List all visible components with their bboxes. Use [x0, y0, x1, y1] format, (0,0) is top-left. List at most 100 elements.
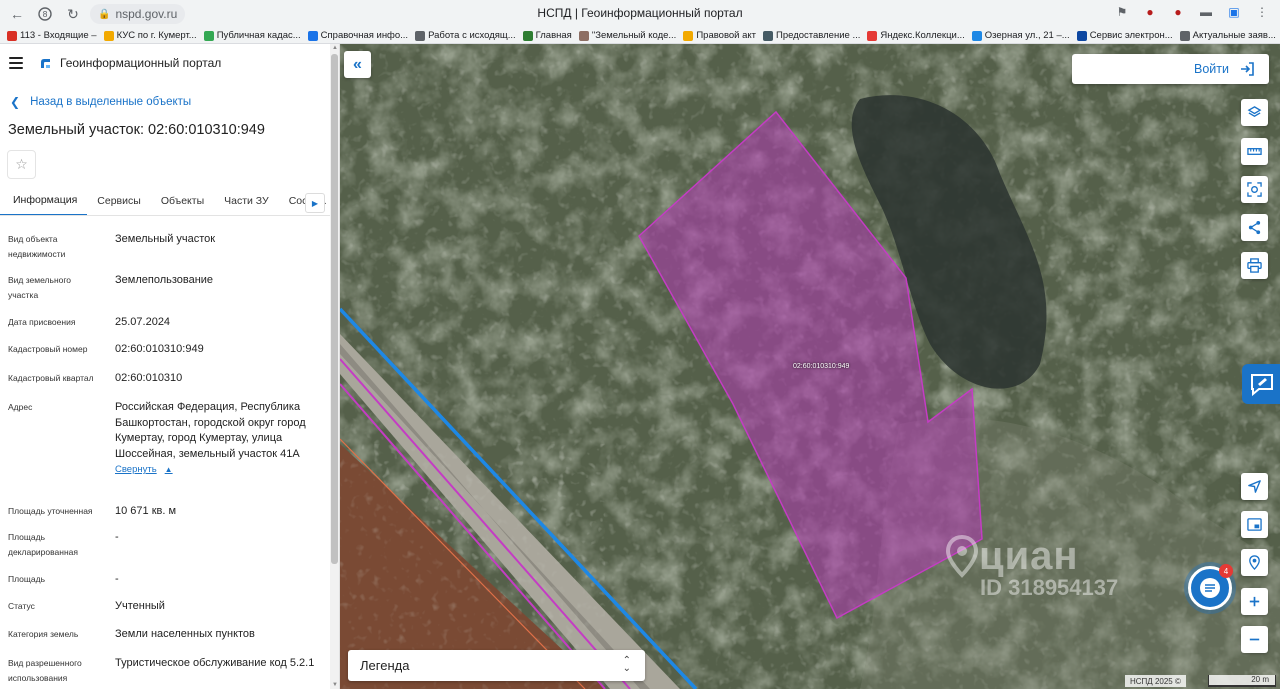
property-key: Вид разрешенного использования — [8, 658, 82, 683]
login-button[interactable]: Войти — [1072, 54, 1269, 84]
property-value-text: Туристическое обслуживание код 5.2.1 — [115, 657, 315, 669]
bookmark-item[interactable]: Правовой акт — [683, 30, 756, 41]
property-value-text: 25.07.2024 — [115, 316, 171, 328]
bookmark-item[interactable]: Предоставление ... — [763, 30, 860, 41]
bookmark-item[interactable]: 113 - Входящие – — [7, 30, 97, 41]
map-view[interactable]: 02:60:010310:949 циан ID 318954137 « Вой… — [340, 44, 1280, 689]
browser-extensions: ⚑ ● ● ▬ ▣ ⋮ — [1114, 4, 1270, 20]
tab-2[interactable]: Объекты — [151, 186, 214, 215]
bookmark-favicon-icon — [971, 30, 982, 41]
extension-stamp-icon-2[interactable]: ● — [1170, 4, 1186, 20]
scroll-up-arrow-icon[interactable]: ▲ — [332, 45, 338, 51]
property-value: Землепользование — [115, 273, 320, 289]
bookmark-favicon-icon — [683, 30, 694, 41]
property-key: Адрес — [8, 402, 33, 412]
parcel-label[interactable]: 02:60:010310:949 — [793, 363, 849, 370]
bookmark-item[interactable]: "Земельный коде... — [578, 30, 677, 41]
property-key: Кадастровый номер — [8, 344, 88, 354]
extension-checker-icon[interactable]: ▣ — [1226, 4, 1242, 20]
bookmark-item[interactable]: Справочная инфо... — [307, 30, 409, 41]
minus-icon — [1249, 638, 1260, 641]
panel-scrollbar[interactable]: ▲ ▼ — [330, 44, 339, 689]
bookmark-label: "Земельный коде... — [591, 30, 677, 41]
geolocation-button[interactable] — [1241, 549, 1268, 576]
property-value-text: 02:60:010310 — [115, 372, 183, 384]
reload-icon[interactable]: ↻ — [62, 3, 84, 25]
favorite-star-button[interactable]: ☆ — [7, 150, 36, 179]
bookmark-item[interactable]: Сервис электрон... — [1076, 30, 1173, 41]
login-label: Войти — [1194, 62, 1229, 76]
scroll-down-arrow-icon[interactable]: ▼ — [332, 682, 338, 688]
property-value-text: 10 671 кв. м — [115, 505, 177, 517]
property-value-text: - — [115, 531, 119, 543]
address-bar[interactable]: 🔒 nspd.gov.ru — [90, 4, 186, 24]
zoom-in-button[interactable] — [1241, 588, 1268, 615]
bookmark-item[interactable]: КУС по г. Кумерт... — [103, 30, 197, 41]
browser-toolbar: ← 8 ↻ 🔒 nspd.gov.ru НСПД | Геоинформацио… — [0, 0, 1280, 28]
back-to-selected-link[interactable]: ❮ Назад в выделенные объекты — [10, 95, 191, 109]
extension-cap-icon[interactable]: ▬ — [1198, 4, 1214, 20]
menu-burger-icon[interactable] — [9, 57, 23, 69]
bookmark-item[interactable]: Публичная кадас... — [203, 30, 301, 41]
bookmark-favicon-icon — [1179, 30, 1190, 41]
bookmark-star-icon[interactable]: ⚑ — [1114, 4, 1130, 20]
forward-arrow-icon[interactable]: 8 — [34, 3, 56, 25]
bookmark-label: Предоставление ... — [776, 30, 861, 41]
tab-0[interactable]: Информация — [0, 186, 88, 215]
property-value: 02:60:010310:949 — [115, 342, 320, 358]
map-scale-bar: 20 m — [1208, 675, 1276, 687]
legend-select[interactable]: Легенда ⌃ ⌄ — [348, 650, 645, 681]
panel-header: Геоинформационный портал — [0, 44, 339, 82]
bookmark-favicon-icon — [1076, 30, 1087, 41]
print-button[interactable] — [1241, 252, 1268, 279]
area-select-icon — [1247, 182, 1262, 197]
bookmark-label: Справочная инфо... — [320, 30, 409, 41]
bookmark-label: Яндекс.Коллекци... — [880, 30, 965, 41]
svg-text:8: 8 — [42, 10, 47, 19]
share-icon — [1248, 220, 1261, 235]
collapse-address-link[interactable]: Свернуть ▲ — [115, 462, 173, 478]
menu-dots-icon[interactable]: ⋮ — [1254, 4, 1270, 20]
bookmark-favicon-icon — [867, 30, 878, 41]
collapse-panel-button[interactable]: « — [344, 51, 371, 78]
area-select-button[interactable] — [1241, 176, 1268, 203]
share-button[interactable] — [1241, 214, 1268, 241]
scrollbar-thumb[interactable] — [331, 54, 338, 564]
bookmark-item[interactable]: Главная — [522, 30, 572, 41]
bookmark-favicon-icon — [203, 30, 214, 41]
print-icon — [1247, 258, 1262, 273]
tab-3[interactable]: Части ЗУ — [214, 186, 279, 215]
bookmark-item[interactable]: Актуальные заяв... — [1179, 30, 1276, 41]
login-arrow-icon — [1241, 62, 1254, 76]
bookmark-item[interactable]: Яндекс.Коллекци... — [867, 30, 965, 41]
property-value: Туристическое обслуживание код 5.2.1 — [115, 656, 320, 672]
bookmark-label: Актуальные заяв... — [1192, 30, 1276, 41]
property-value: - — [115, 530, 320, 546]
url-text: nspd.gov.ru — [115, 7, 178, 21]
property-value: - — [115, 572, 320, 588]
chevron-up-icon: ▲ — [164, 465, 173, 474]
bookmark-item[interactable]: Работа с исходящ... — [415, 30, 516, 41]
property-key: Площадь уточненная — [8, 506, 93, 516]
bookmark-favicon-icon — [415, 30, 426, 41]
property-key: Вид земельного участка — [8, 275, 72, 300]
minimap-button[interactable] — [1241, 511, 1268, 538]
property-value-text: 02:60:010310:949 — [115, 343, 204, 355]
back-arrow-icon[interactable]: ← — [6, 3, 28, 25]
extension-stamp-icon[interactable]: ● — [1142, 4, 1158, 20]
bookmark-item[interactable]: Озерная ул., 21 –... — [971, 30, 1070, 41]
property-value: Учтенный — [115, 599, 320, 615]
zoom-out-button[interactable] — [1241, 626, 1268, 653]
tab-1[interactable]: Сервисы — [87, 186, 151, 215]
watermark-logo: циан — [945, 534, 1118, 579]
locate-button[interactable] — [1241, 473, 1268, 500]
property-value: Земельный участок — [115, 232, 320, 248]
feedback-side-tab[interactable] — [1242, 364, 1280, 404]
property-value-text: - — [115, 573, 119, 585]
tabs-scroll-right-button[interactable]: ▶ — [305, 193, 325, 213]
ruler-button[interactable] — [1241, 138, 1268, 165]
bookmark-favicon-icon — [7, 30, 17, 41]
layers-button[interactable] — [1241, 99, 1268, 126]
bookmark-label: Публичная кадас... — [216, 30, 301, 41]
legend-label: Легенда — [360, 658, 410, 673]
